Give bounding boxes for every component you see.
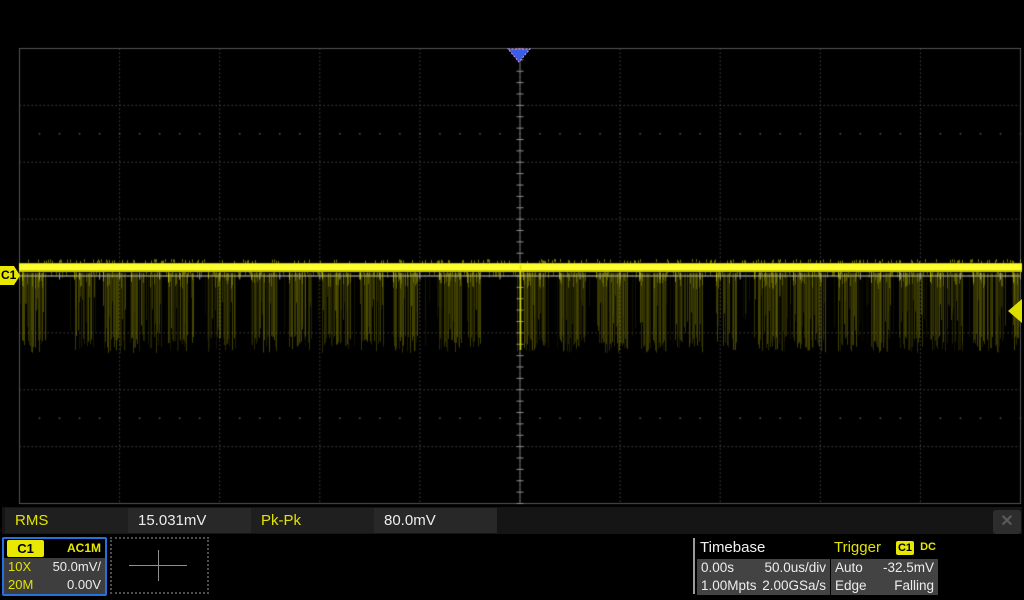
close-measurements-button[interactable]: ✕ — [993, 510, 1021, 534]
trigger-level-marker[interactable] — [1007, 298, 1023, 324]
timebase-scale: 50.0us/div — [764, 559, 826, 577]
trigger-source-badge: C1 — [896, 541, 914, 555]
channel-1-badge[interactable]: C1 — [7, 540, 44, 557]
add-channel-button[interactable] — [110, 537, 209, 594]
timebase-panel[interactable]: Timebase 0.00s 50.0us/div 1.00Mpts 2.00G… — [697, 538, 830, 595]
channel-1-probe: 10X — [8, 558, 31, 576]
trigger-slope: Falling — [894, 577, 934, 595]
channel-1-bandwidth: 20M — [8, 576, 33, 594]
channel-1-coupling: AC1M — [67, 541, 101, 555]
trigger-title: Trigger — [834, 538, 881, 558]
measurement-1-value[interactable]: 15.031mV — [128, 508, 251, 533]
status-panel: C1 AC1M 10X 50.0mV/ 20M 0.00V Timebase — [0, 536, 1024, 600]
timebase-title: Timebase — [700, 538, 765, 558]
panel-separator — [693, 538, 695, 594]
timebase-delay: 0.00s — [701, 559, 734, 577]
trigger-panel[interactable]: Trigger C1 DC Auto -32.5mV Edge Falling — [831, 538, 938, 595]
trigger-level: -32.5mV — [883, 559, 934, 577]
trigger-mode: Auto — [835, 559, 863, 577]
trigger-type: Edge — [835, 577, 867, 595]
oscilloscope-screen: C1 RMS 15.031mV Pk-Pk 80.0mV ✕ C1 AC1M 1… — [0, 0, 1024, 600]
measurement-2-label[interactable]: Pk-Pk — [251, 508, 374, 533]
timebase-sample-rate: 2.00GSa/s — [762, 577, 826, 595]
channel-1-box[interactable]: C1 AC1M 10X 50.0mV/ 20M 0.00V — [2, 537, 107, 596]
trigger-position-marker[interactable] — [506, 48, 532, 63]
timebase-memory: 1.00Mpts — [701, 577, 757, 595]
measurement-2-value[interactable]: 80.0mV — [374, 508, 497, 533]
trigger-coupling: DC — [920, 541, 936, 553]
channel-1-scale: 50.0mV/ — [53, 558, 101, 576]
channel-1-offset: 0.00V — [67, 576, 101, 594]
measurement-1-label[interactable]: RMS — [5, 508, 128, 533]
measurement-bar: RMS 15.031mV Pk-Pk 80.0mV — [2, 507, 1022, 534]
